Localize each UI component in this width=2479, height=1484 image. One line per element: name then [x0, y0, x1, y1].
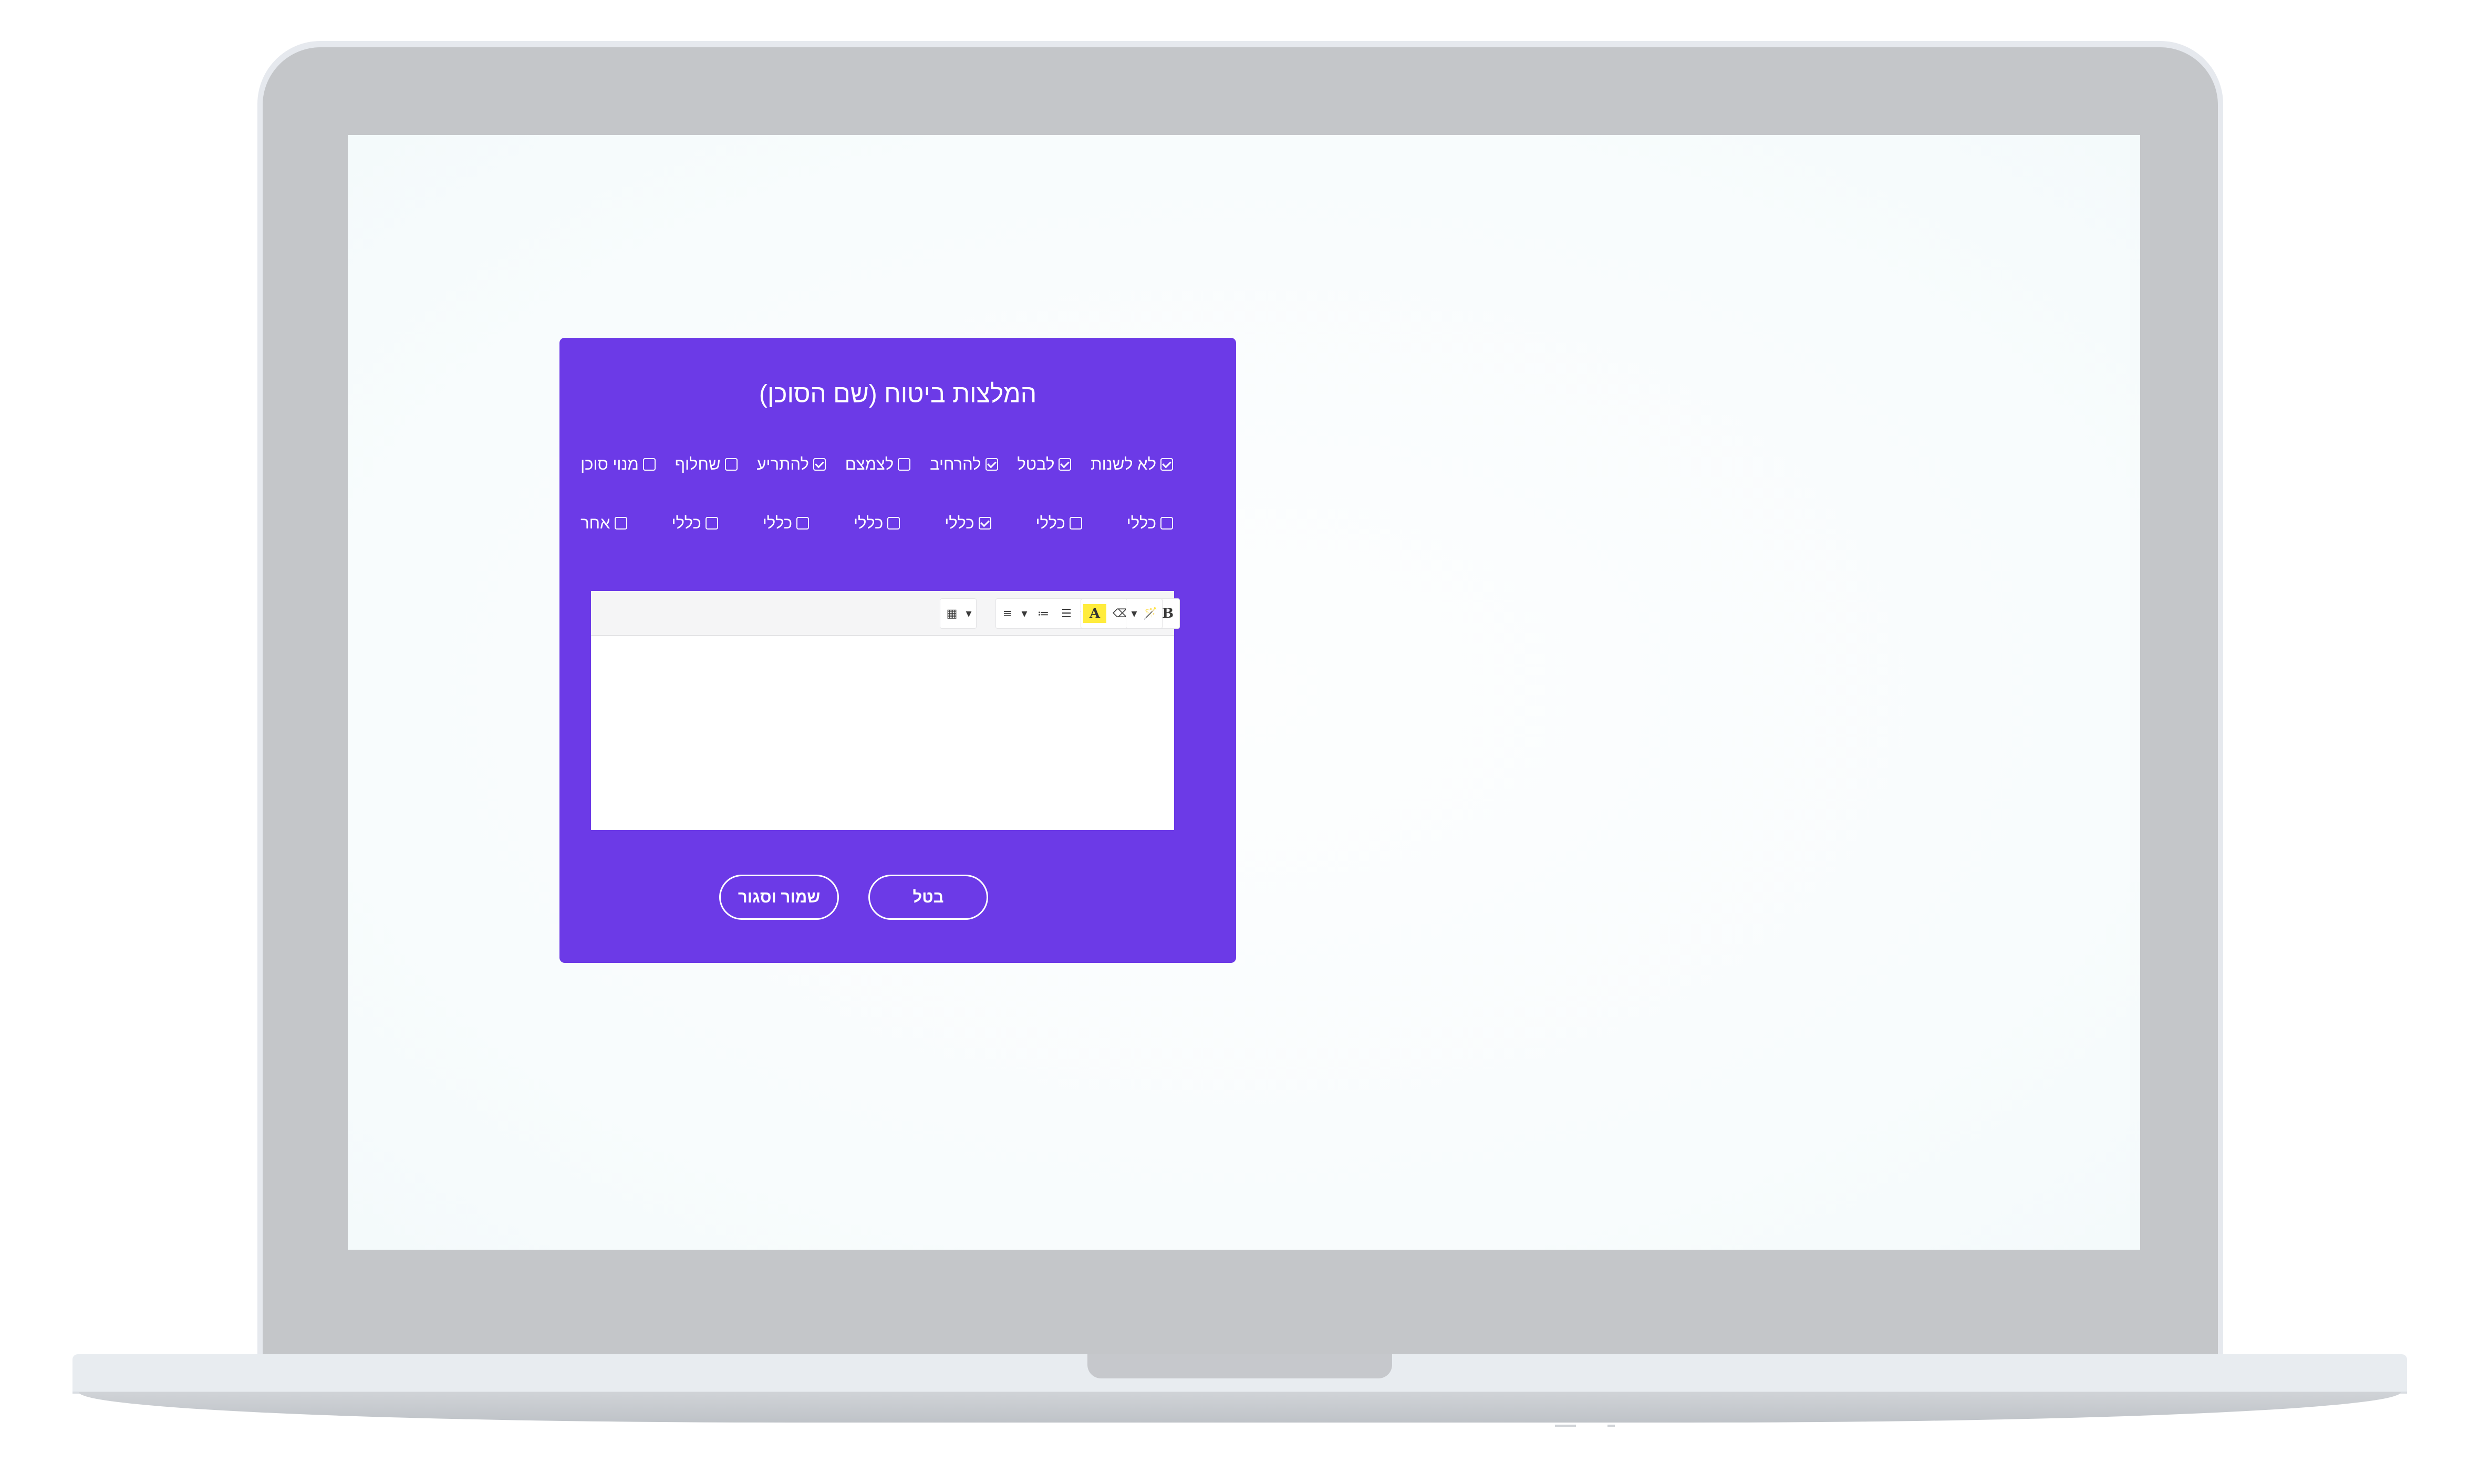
cancel-button[interactable]: בטל	[868, 875, 988, 920]
checkbox[interactable]	[614, 517, 627, 530]
align-icon[interactable]: ≡	[996, 599, 1019, 628]
checkbox-label: כללי	[1126, 514, 1156, 532]
checkbox-label: מנוי סוכן	[580, 455, 639, 473]
checkbox[interactable]	[898, 458, 911, 471]
checkbox-item-general[interactable]: כללי	[1036, 514, 1082, 533]
laptop-base-bottom	[79, 1392, 2401, 1423]
checkbox-label: כללי	[1035, 514, 1065, 532]
checkbox[interactable]	[813, 458, 826, 471]
chevron-down-icon[interactable]: ▾	[1019, 599, 1032, 628]
checkbox-label: לא לשנות	[1091, 455, 1156, 473]
checkbox[interactable]	[887, 517, 900, 530]
editor-toolbar: ▦ ▾ ≡ ▾ ≔ ☰ ▾	[591, 591, 1180, 636]
table-icon[interactable]: ▦	[940, 599, 963, 628]
checkbox-label: כללי	[671, 514, 701, 532]
paragraph-group: ≡ ▾ ≔ ☰ ▾	[995, 598, 1091, 629]
checkbox-item-general[interactable]: כללי	[1127, 514, 1173, 533]
checkbox-item-general[interactable]: כללי	[763, 514, 809, 533]
table-group: ▦ ▾	[940, 598, 977, 629]
style-group: ▾ 🪄	[1126, 598, 1163, 629]
checkbox-item-expand[interactable]: להרחיב	[930, 455, 998, 474]
checkbox[interactable]	[1069, 517, 1082, 530]
checkbox-label: להתריע	[756, 455, 809, 473]
checkbox-label: כללי	[762, 514, 792, 532]
save-and-close-button[interactable]: שמור וסגור	[719, 875, 839, 920]
chevron-down-icon[interactable]: ▾	[963, 599, 976, 628]
checkbox[interactable]	[705, 517, 718, 530]
ordered-list-icon[interactable]: ≔	[1032, 599, 1055, 628]
checkbox[interactable]	[978, 517, 991, 530]
checkbox-label: אחר	[580, 514, 610, 532]
checkbox[interactable]	[1160, 517, 1173, 530]
checkbox-item-general[interactable]: כללי	[672, 514, 718, 533]
base-mark	[1555, 1425, 1576, 1427]
checkbox-item-general[interactable]: כללי	[854, 514, 900, 533]
checkbox[interactable]	[985, 458, 998, 471]
rich-text-editor: ▦ ▾ ≡ ▾ ≔ ☰ ▾	[591, 591, 1180, 830]
checkbox-item-cancel[interactable]: לבטל	[1017, 455, 1072, 474]
checkbox[interactable]	[796, 517, 809, 530]
insurance-recommendations-dialog: המלצות ביטוח (שם הסוכן) לא לשנות לבטל לה…	[559, 338, 1236, 963]
checkbox[interactable]	[724, 458, 738, 471]
base-mark	[1607, 1425, 1615, 1427]
checkbox-item-replace[interactable]: שחלוף	[675, 455, 738, 474]
recommendation-types-row: לא לשנות לבטל להרחיב לצמצם להתריע שחלוף …	[580, 451, 1173, 478]
unordered-list-icon[interactable]: ☰	[1055, 599, 1078, 628]
checkbox-label: כללי	[945, 514, 974, 532]
editor-content-area[interactable]	[591, 636, 1174, 829]
checkbox[interactable]	[1160, 458, 1173, 471]
laptop-notch	[1087, 1354, 1392, 1378]
checkbox-label: לבטל	[1017, 455, 1055, 473]
checkbox-item-general[interactable]: כללי	[945, 514, 991, 533]
dialog-title: המלצות ביטוח (שם הסוכן)	[759, 380, 1037, 408]
checkbox-item-other[interactable]: אחר	[580, 514, 627, 533]
checkbox-label: לצמצם	[845, 455, 894, 473]
checkbox[interactable]	[1059, 458, 1072, 471]
checkbox-item-keep[interactable]: לא לשנות	[1091, 455, 1173, 474]
checkbox-label: להרחיב	[930, 455, 981, 473]
chevron-down-icon[interactable]: ▾	[1126, 599, 1139, 628]
checkbox-item-reduce[interactable]: לצמצם	[845, 455, 911, 474]
recommendation-scope-row: כללי כללי כללי כללי כללי כללי אחר	[580, 510, 1173, 536]
checkbox-item-agent-appointment[interactable]: מנוי סוכן	[580, 455, 656, 474]
magic-wand-icon[interactable]: 🪄	[1139, 599, 1162, 628]
highlight-color-icon[interactable]: A	[1083, 604, 1106, 623]
checkbox-label: שחלוף	[675, 455, 721, 473]
checkbox-item-alert[interactable]: להתריע	[756, 455, 826, 474]
checkbox-label: כללי	[854, 514, 884, 532]
checkbox[interactable]	[642, 458, 656, 471]
